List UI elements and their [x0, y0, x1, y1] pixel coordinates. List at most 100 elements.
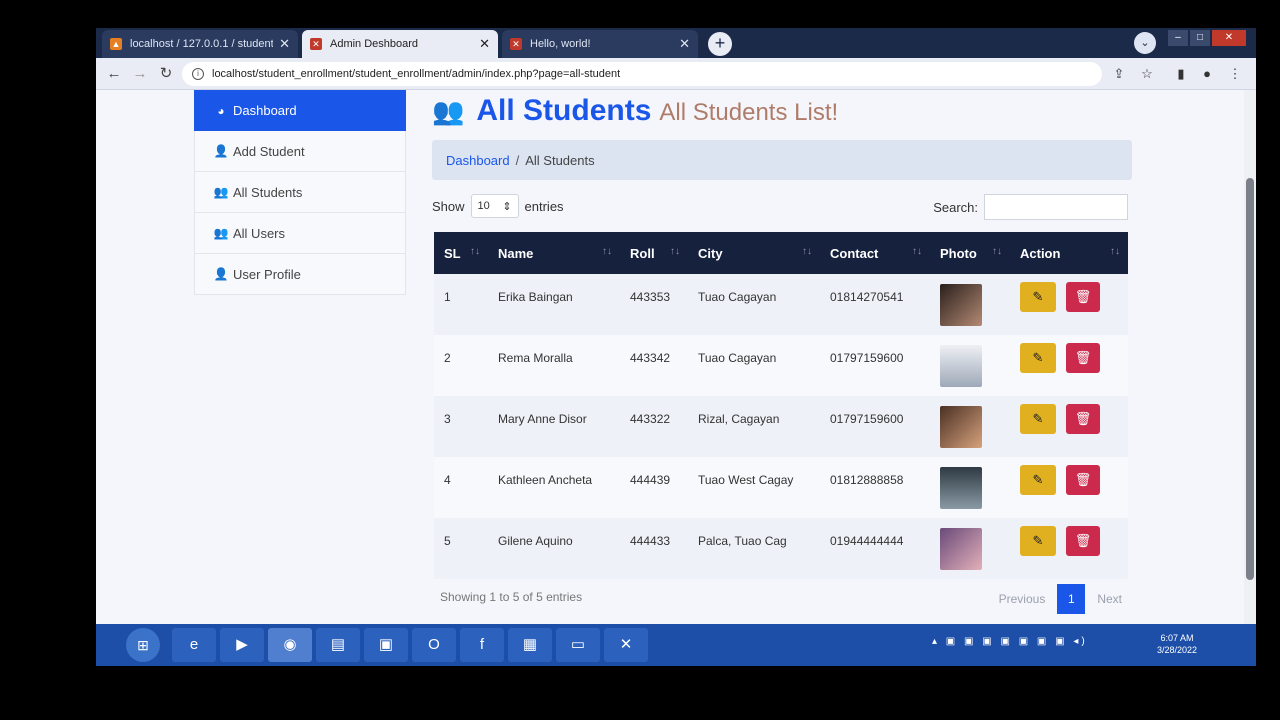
- sort-icon: ↑↓: [670, 246, 680, 257]
- media-player-icon[interactable]: ▶: [220, 628, 264, 662]
- close-icon[interactable]: ✕: [679, 36, 690, 52]
- page-heading: 👥 All Students All Students List!: [432, 94, 838, 134]
- start-button[interactable]: ⊞: [126, 628, 160, 662]
- computer-icon[interactable]: ▣: [364, 628, 408, 662]
- browser-toolbar: ← → ↻ i localhost/student_enrollment/stu…: [96, 58, 1256, 90]
- taskbar-clock[interactable]: 6:07 AM 3/28/2022: [1152, 632, 1202, 656]
- sidebar-item-user-profile[interactable]: 👤 User Profile: [194, 254, 406, 295]
- facebook-icon[interactable]: f: [460, 628, 504, 662]
- breadcrumb: Dashboard / All Students: [432, 140, 1132, 180]
- user-icon: 👤: [213, 267, 229, 281]
- video-icon[interactable]: ▦: [508, 628, 552, 662]
- delete-button[interactable]: 🗑: [1066, 343, 1100, 373]
- phpmyadmin-icon: ▲: [110, 38, 122, 50]
- table-header-row: SL ↑↓ Name ↑↓ Roll ↑↓ City ↑↓ Contact ↑↓ Phot…: [434, 232, 1128, 274]
- column-header-contact[interactable]: Contact ↑↓: [820, 232, 930, 274]
- delete-button[interactable]: 🗑: [1066, 526, 1100, 556]
- sidepanel-icon[interactable]: ▮: [1172, 65, 1190, 83]
- edit-button[interactable]: ✎: [1020, 465, 1056, 495]
- share-icon[interactable]: ⇪: [1110, 65, 1128, 83]
- sort-icon: ↑↓: [1110, 246, 1120, 257]
- sidebar-item-all-users[interactable]: 👥 All Users: [194, 213, 406, 254]
- table-row: 5 Gilene Aquino 444433 Palca, Tuao Cag 0…: [434, 518, 1128, 579]
- next-button[interactable]: Next: [1091, 592, 1128, 606]
- dashboard-icon: ◕: [217, 103, 225, 118]
- users-icon: 👥: [432, 96, 465, 126]
- column-header-action[interactable]: Action ↑↓: [1010, 232, 1128, 274]
- profile-icon[interactable]: ●: [1198, 65, 1216, 83]
- table-info: Showing 1 to 5 of 5 entries: [440, 590, 583, 604]
- column-header-sl[interactable]: SL ↑↓: [434, 232, 488, 274]
- new-tab-button[interactable]: +: [708, 32, 732, 56]
- users-icon: 👥: [213, 226, 229, 240]
- tab-search-button[interactable]: ⌄: [1134, 32, 1156, 54]
- address-bar[interactable]: i localhost/student_enrollment/student_e…: [182, 62, 1102, 86]
- menu-icon[interactable]: ⋮: [1226, 65, 1244, 83]
- student-photo: [940, 528, 982, 570]
- sidebar: ◕ Dashboard 👤 Add Student 👥 All Students…: [194, 90, 406, 296]
- close-icon[interactable]: ✕: [479, 36, 490, 52]
- sort-icon: ↑↓: [802, 246, 812, 257]
- notes-icon[interactable]: ▭: [556, 628, 600, 662]
- sidebar-item-all-students[interactable]: 👥 All Students: [194, 172, 406, 213]
- forward-button[interactable]: →: [130, 64, 150, 84]
- sort-icon: ↑↓: [602, 246, 612, 257]
- tab-hello-world[interactable]: ✕ Hello, world! ✕: [502, 30, 698, 58]
- students-table: SL ↑↓ Name ↑↓ Roll ↑↓ City ↑↓ Contact ↑↓ Phot…: [434, 232, 1128, 579]
- ie-icon[interactable]: e: [172, 628, 216, 662]
- column-header-photo[interactable]: Photo ↑↓: [930, 232, 1010, 274]
- breadcrumb-home-link[interactable]: Dashboard: [446, 153, 510, 168]
- page-1-button[interactable]: 1: [1057, 584, 1086, 614]
- xampp-icon[interactable]: ✕: [604, 628, 648, 662]
- tab-phpmyadmin[interactable]: ▲ localhost / 127.0.0.1 / student / s ✕: [102, 30, 298, 58]
- system-tray[interactable]: ▴ ▣ ▣ ▣ ▣ ▣ ▣ ▣ ◂): [932, 636, 1088, 647]
- student-photo: [940, 467, 982, 509]
- search-input[interactable]: [984, 194, 1128, 220]
- back-button[interactable]: ←: [104, 64, 124, 84]
- chrome-icon[interactable]: ◉: [268, 628, 312, 662]
- user-plus-icon: 👤: [213, 144, 229, 158]
- sort-icon: ↑↓: [470, 246, 480, 257]
- info-icon[interactable]: i: [192, 68, 204, 80]
- file-explorer-icon[interactable]: ▤: [316, 628, 360, 662]
- sort-icon: ↑↓: [992, 246, 1002, 257]
- delete-button[interactable]: 🗑: [1066, 465, 1100, 495]
- edit-button[interactable]: ✎: [1020, 404, 1056, 434]
- table-row: 3 Mary Anne Disor 443322 Rizal, Cagayan …: [434, 396, 1128, 457]
- student-photo: [940, 406, 982, 448]
- edit-button[interactable]: ✎: [1020, 282, 1056, 312]
- delete-button[interactable]: 🗑: [1066, 282, 1100, 312]
- maximize-button[interactable]: □: [1190, 30, 1210, 46]
- table-row: 4 Kathleen Ancheta 444439 Tuao West Caga…: [434, 457, 1128, 518]
- minimize-button[interactable]: –: [1168, 30, 1188, 46]
- breadcrumb-current: All Students: [525, 152, 595, 168]
- main-content: 👥 All Students All Students List! Dashbo…: [432, 90, 1136, 630]
- entries-length-control: Show 10 ⇕ entries: [432, 194, 564, 218]
- windows-taskbar: ⊞ e ▶ ◉ ▤ ▣ O f ▦ ▭ ✕ ▴ ▣ ▣ ▣ ▣ ▣ ▣ ▣ ◂)…: [96, 624, 1256, 666]
- column-header-roll[interactable]: Roll ↑↓: [620, 232, 688, 274]
- previous-button[interactable]: Previous: [993, 592, 1052, 606]
- column-header-name[interactable]: Name ↑↓: [488, 232, 620, 274]
- close-icon[interactable]: ✕: [279, 36, 290, 52]
- sort-icon: ↑↓: [912, 246, 922, 257]
- scrollbar-thumb[interactable]: [1246, 178, 1254, 580]
- pagination: Previous 1 Next: [993, 584, 1128, 614]
- users-icon: 👥: [213, 185, 229, 199]
- reload-button[interactable]: ↻: [156, 64, 176, 84]
- star-icon[interactable]: ☆: [1138, 65, 1156, 83]
- column-header-city[interactable]: City ↑↓: [688, 232, 820, 274]
- table-search: Search:: [933, 194, 1128, 220]
- tab-strip: ▲ localhost / 127.0.0.1 / student / s ✕ …: [96, 28, 1256, 58]
- edit-button[interactable]: ✎: [1020, 526, 1056, 556]
- web-page: ◕ Dashboard 👤 Add Student 👥 All Students…: [96, 90, 1244, 630]
- delete-button[interactable]: 🗑: [1066, 404, 1100, 434]
- edit-button[interactable]: ✎: [1020, 343, 1056, 373]
- close-window-button[interactable]: ✕: [1212, 30, 1246, 46]
- page-scrollbar[interactable]: [1244, 90, 1256, 630]
- opera-icon[interactable]: O: [412, 628, 456, 662]
- tab-admin-dashboard[interactable]: ✕ Admin Deshboard ✕: [302, 30, 498, 58]
- sidebar-item-add-student[interactable]: 👤 Add Student: [194, 131, 406, 172]
- browser-window: ▲ localhost / 127.0.0.1 / student / s ✕ …: [96, 28, 1256, 666]
- sidebar-item-dashboard[interactable]: ◕ Dashboard: [194, 90, 406, 131]
- entries-select[interactable]: 10 ⇕: [470, 194, 519, 218]
